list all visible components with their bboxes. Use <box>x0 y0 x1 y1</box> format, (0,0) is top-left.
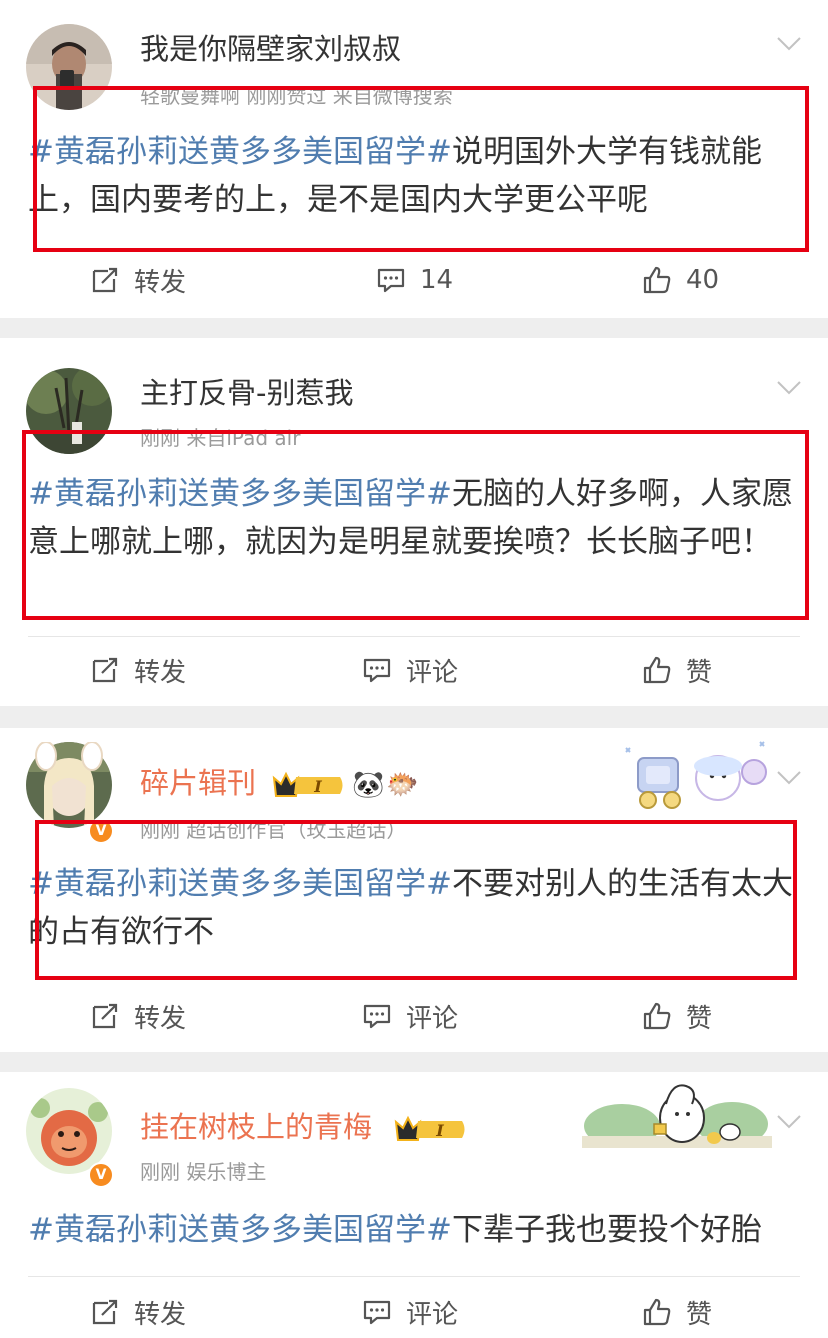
like-icon <box>643 656 671 684</box>
post-separator <box>0 318 828 338</box>
action-bar: 转发 评论 赞 <box>0 640 828 700</box>
divider <box>28 636 800 637</box>
like-label: 赞 <box>686 1299 713 1330</box>
repost-button[interactable]: 转发 <box>90 640 186 700</box>
sticker-decoration-icon <box>625 741 767 809</box>
like-label: 赞 <box>686 657 713 688</box>
repost-button[interactable]: 转发 <box>90 986 186 1046</box>
username[interactable]: 我是你隔壁家刘叔叔 <box>140 32 401 66</box>
highlight-box <box>33 86 809 252</box>
verified-badge-icon: V <box>88 1162 114 1188</box>
repost-label: 转发 <box>134 267 187 298</box>
sticker-decoration-icon <box>582 1084 772 1148</box>
like-icon <box>643 266 671 294</box>
vip-crown-icon[interactable]: I <box>272 770 346 800</box>
action-bar: 转发 评论 赞 <box>0 1282 828 1338</box>
panda-emoji-icon: 🐼 <box>352 770 385 800</box>
comment-icon <box>377 268 405 293</box>
repost-label: 转发 <box>134 657 187 688</box>
username[interactable]: 主打反骨-别惹我 <box>140 376 353 410</box>
repost-label: 转发 <box>134 1003 187 1034</box>
comment-button[interactable]: 14 <box>376 250 453 310</box>
username[interactable]: 挂在树枝上的青梅 <box>140 1110 372 1144</box>
chevron-down-icon[interactable] <box>776 1114 802 1130</box>
weibo-post: V 挂在树枝上的青梅 I 刚刚 娱乐博主 #黄磊孙莉送黄多多美国留学#下辈子我也… <box>0 1072 828 1338</box>
post-meta: 刚刚 娱乐博主 <box>140 1160 267 1184</box>
like-button[interactable]: 40 <box>642 250 719 310</box>
like-count: 40 <box>686 265 720 295</box>
comment-icon <box>363 1004 391 1029</box>
like-button[interactable]: 赞 <box>642 986 712 1046</box>
repost-button[interactable]: 转发 <box>90 1282 186 1338</box>
repost-button[interactable]: 转发 <box>90 250 186 310</box>
post-body: #黄磊孙莉送黄多多美国留学#下辈子我也要投个好胎 <box>28 1206 798 1254</box>
post-text: 下辈子我也要投个好胎 <box>451 1212 762 1248</box>
weibo-post: 主打反骨-别惹我 刚刚 来自iPad air #黄磊孙莉送黄多多美国留学#无脑的… <box>0 338 828 706</box>
comment-icon <box>363 658 391 683</box>
comment-count: 14 <box>420 265 454 295</box>
comment-label: 评论 <box>406 1003 459 1034</box>
like-button[interactable]: 赞 <box>642 1282 712 1338</box>
chevron-down-icon[interactable] <box>776 380 802 396</box>
bunny-ears-frame-icon <box>35 742 103 771</box>
highlight-box <box>22 430 809 620</box>
action-bar: 转发 评论 赞 <box>0 986 828 1046</box>
comment-button[interactable]: 评论 <box>362 640 458 700</box>
repost-icon <box>92 1299 118 1325</box>
repost-icon <box>92 657 118 683</box>
username[interactable]: 碎片辑刊 <box>140 766 256 800</box>
like-label: 赞 <box>686 1003 713 1034</box>
comment-button[interactable]: 评论 <box>362 986 458 1046</box>
post-separator <box>0 1052 828 1072</box>
repost-icon <box>92 267 118 293</box>
vip-level: I <box>313 777 322 796</box>
topic-link[interactable]: #黄磊孙莉送黄多多美国留学# <box>28 1212 452 1248</box>
vip-crown-icon[interactable]: I <box>394 1114 468 1144</box>
repost-label: 转发 <box>134 1299 187 1330</box>
comment-label: 评论 <box>406 657 459 688</box>
chevron-down-icon[interactable] <box>776 36 802 52</box>
pufferfish-emoji-icon: 🐡 <box>386 770 419 800</box>
weibo-post: V 碎片辑刊 I 🐼 🐡 刚刚 超话创作官（玫玉超话） #黄磊孙莉送黄多多美国留… <box>0 728 828 1052</box>
comment-icon <box>363 1300 391 1325</box>
like-icon <box>643 1002 671 1030</box>
chevron-down-icon[interactable] <box>776 770 802 786</box>
vip-level: I <box>435 1121 444 1140</box>
divider <box>28 1276 800 1277</box>
weibo-post: 我是你隔壁家刘叔叔 轻歌曼舞啊 刚刚赞过 来自微博搜索 #黄磊孙莉送黄多多美国留… <box>0 0 828 318</box>
action-bar: 转发 14 40 <box>0 250 828 310</box>
comment-label: 评论 <box>406 1299 459 1330</box>
like-icon <box>643 1298 671 1326</box>
repost-icon <box>92 1003 118 1029</box>
highlight-box <box>35 820 797 980</box>
post-separator <box>0 706 828 728</box>
comment-button[interactable]: 评论 <box>362 1282 458 1338</box>
like-button[interactable]: 赞 <box>642 640 712 700</box>
